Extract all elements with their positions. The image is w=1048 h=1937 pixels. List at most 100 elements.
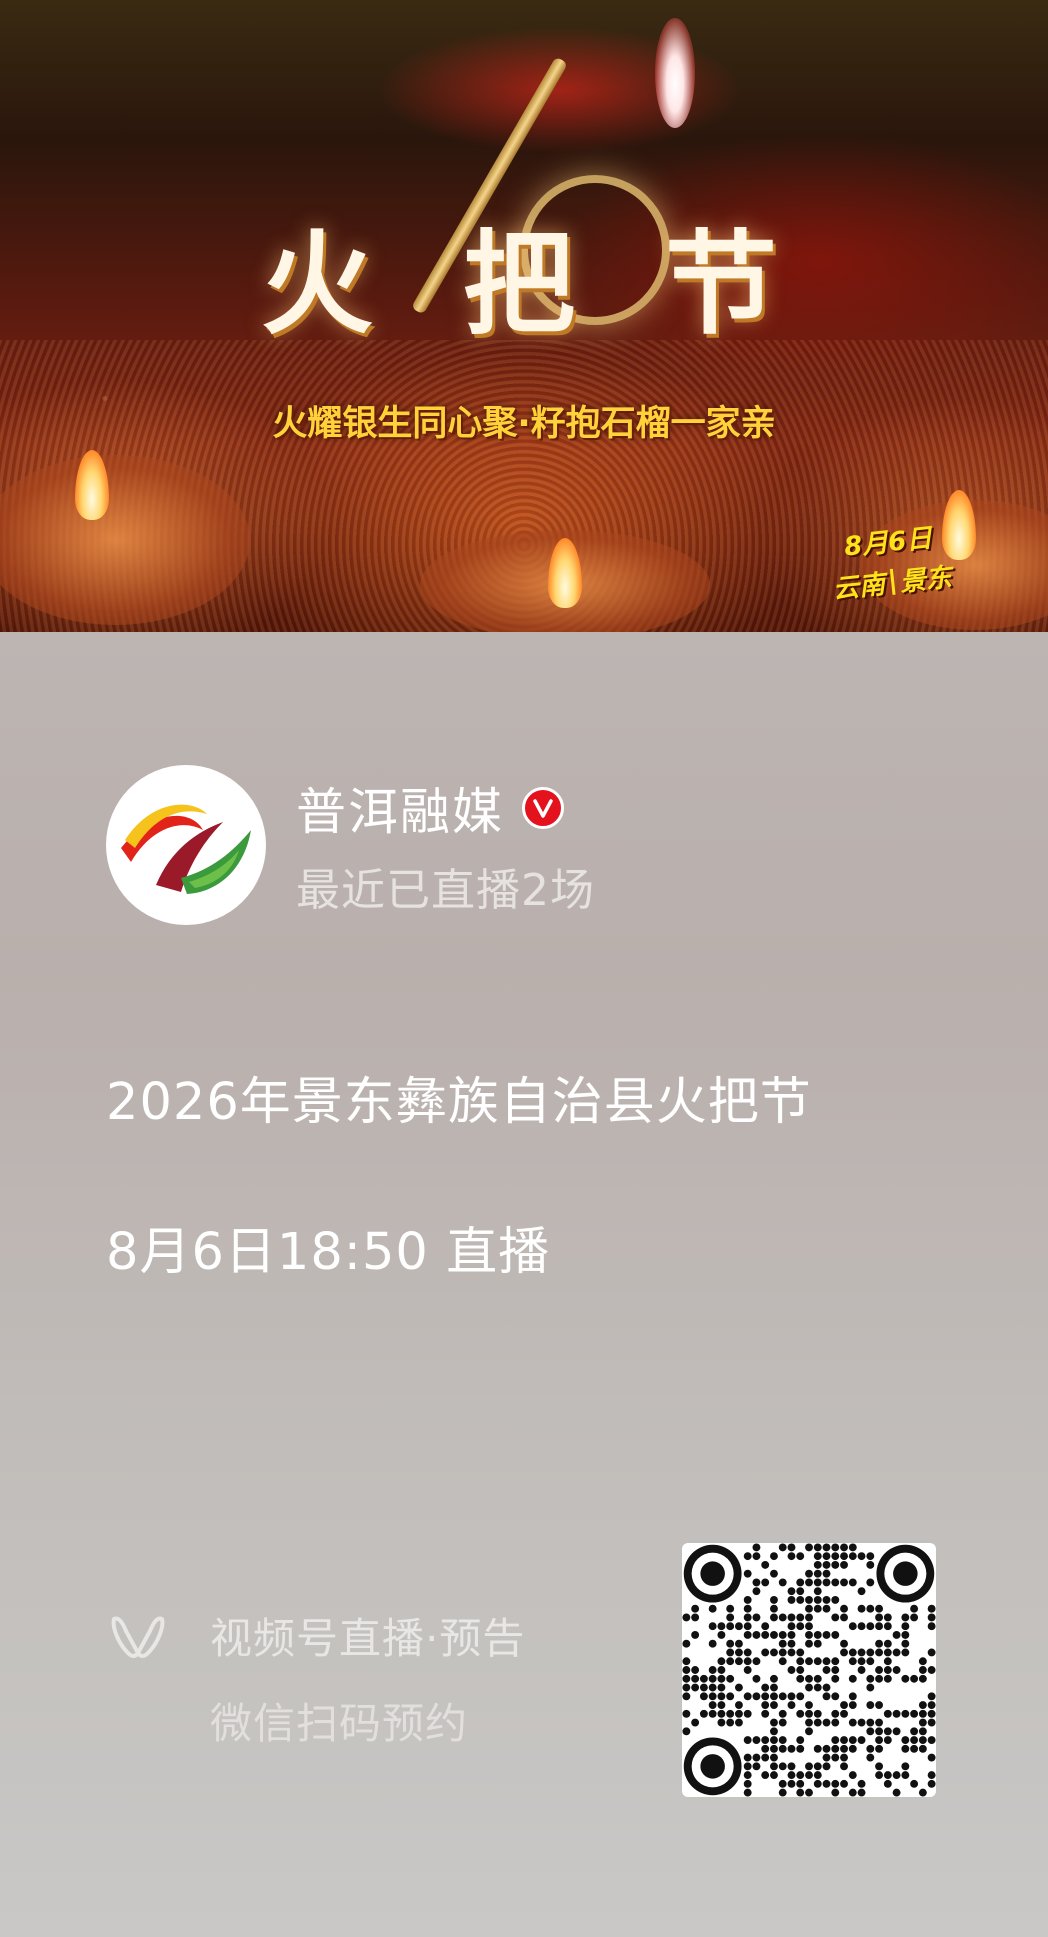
qr-dot: [866, 1657, 875, 1666]
account-name[interactable]: 普洱融媒: [296, 772, 504, 844]
qr-dot: [840, 1613, 848, 1622]
qr-dot: [682, 1692, 691, 1701]
qr-dot: [840, 1604, 848, 1613]
qr-dot: [778, 1543, 787, 1552]
event-title: 2026年景东彝族自治县火把节: [106, 1073, 812, 1132]
wechat-channels-icon: [111, 1616, 165, 1658]
qr-dot: [761, 1771, 770, 1780]
qr-dot: [875, 1736, 884, 1745]
qr-dot: [866, 1753, 875, 1762]
qr-code[interactable]: [682, 1543, 936, 1797]
qr-dot: [813, 1709, 822, 1718]
qr-dot: [708, 1622, 717, 1631]
qr-dot: [822, 1744, 831, 1753]
qr-dot: [726, 1648, 735, 1657]
torch-monument-flame: [655, 18, 695, 128]
qr-dot: [813, 1762, 822, 1771]
qr-dot: [822, 1543, 831, 1552]
qr-dot: [822, 1552, 831, 1561]
qr-dot: [761, 1709, 770, 1718]
qr-dot: [813, 1631, 822, 1639]
qr-dot: [761, 1692, 770, 1701]
qr-dot: [927, 1709, 936, 1718]
qr-dot: [682, 1666, 691, 1674]
qr-dot: [866, 1674, 875, 1683]
qr-dot: [857, 1604, 866, 1613]
account-row[interactable]: 普洱融媒 最近已直播2场: [106, 765, 595, 925]
qr-dot: [778, 1692, 787, 1701]
qr-dot: [840, 1639, 848, 1648]
qr-dot: [813, 1744, 822, 1753]
qr-dot: [883, 1648, 892, 1657]
qr-dot: [805, 1639, 813, 1648]
qr-dot: [840, 1753, 848, 1762]
qr-dot: [866, 1701, 875, 1709]
qr-dot: [805, 1657, 813, 1666]
qr-dot: [857, 1736, 866, 1745]
qr-dot: [857, 1648, 866, 1657]
qr-dot: [901, 1762, 910, 1771]
qr-dot: [848, 1718, 857, 1727]
qr-dot: [734, 1648, 743, 1657]
qr-dot: [726, 1639, 735, 1648]
qr-dot: [831, 1744, 840, 1753]
account-text: 普洱融媒 最近已直播2场: [296, 772, 595, 918]
qr-dot: [910, 1604, 919, 1613]
qr-dot: [734, 1701, 743, 1709]
qr-dot: [831, 1779, 840, 1788]
qr-dot: [831, 1788, 840, 1797]
qr-dot: [831, 1657, 840, 1666]
qr-dot: [831, 1552, 840, 1561]
qr-dot: [778, 1709, 787, 1718]
qr-dot: [927, 1648, 936, 1657]
qr-dot: [787, 1639, 796, 1648]
qr-dot: [901, 1648, 910, 1657]
qr-dot: [796, 1657, 805, 1666]
qr-dot: [822, 1657, 831, 1666]
qr-dot: [831, 1613, 840, 1622]
qr-dot: [866, 1604, 875, 1613]
qr-dot: [743, 1753, 752, 1762]
qr-dot: [901, 1631, 910, 1639]
qr-dot: [752, 1762, 761, 1771]
qr-dot: [813, 1683, 822, 1692]
avatar[interactable]: [106, 765, 266, 925]
qr-dot: [778, 1578, 787, 1587]
qr-dot: [708, 1604, 717, 1613]
qr-dot: [848, 1552, 857, 1561]
qr-dot: [770, 1692, 778, 1701]
qr-dot: [761, 1622, 770, 1631]
qr-dot: [743, 1569, 752, 1578]
qr-dot: [805, 1595, 813, 1604]
qr-dot: [761, 1631, 770, 1639]
qr-dot: [875, 1613, 884, 1622]
qr-dot: [848, 1788, 857, 1797]
qr-dot: [910, 1744, 919, 1753]
qr-dot: [752, 1587, 761, 1596]
qr-dot: [848, 1736, 857, 1745]
qr-dot: [875, 1666, 884, 1674]
qr-dot: [708, 1683, 717, 1692]
qr-dot: [787, 1543, 796, 1552]
qr-dot: [927, 1771, 936, 1780]
qr-dot: [752, 1543, 761, 1552]
qr-dot: [778, 1779, 787, 1788]
qr-dot: [901, 1736, 910, 1745]
qr-dot: [875, 1744, 884, 1753]
qr-finder-ring: [700, 1754, 725, 1779]
qr-dot: [918, 1666, 927, 1674]
qr-dot: [726, 1604, 735, 1613]
qr-dot: [796, 1674, 805, 1683]
qr-dot: [770, 1771, 778, 1780]
qr-dot: [866, 1560, 875, 1569]
qr-dot: [717, 1683, 726, 1692]
qr-dot: [822, 1666, 831, 1674]
qr-dot: [805, 1771, 813, 1780]
qr-dot: [787, 1744, 796, 1753]
qr-dot: [796, 1736, 805, 1745]
qr-dot: [840, 1560, 848, 1569]
qr-dot: [866, 1648, 875, 1657]
qr-dot: [743, 1736, 752, 1745]
qr-dot: [875, 1718, 884, 1727]
qr-dot: [822, 1683, 831, 1692]
